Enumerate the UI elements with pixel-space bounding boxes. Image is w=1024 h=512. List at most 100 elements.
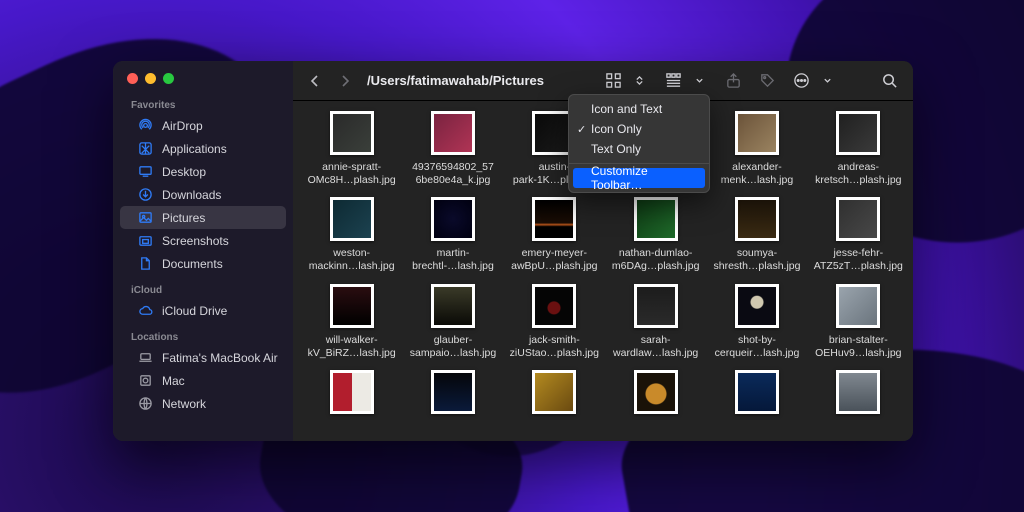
toolbar: /Users/fatimawahab/Pictures — [293, 61, 913, 101]
file-thumbnail — [431, 111, 475, 155]
file-item[interactable]: soumya-shresth…plash.jpg — [707, 195, 807, 277]
sidebar-item-airdrop[interactable]: AirDrop — [120, 114, 286, 137]
file-thumbnail — [330, 370, 374, 414]
file-item[interactable]: jack-smith-ziUStao…plash.jpg — [504, 282, 604, 364]
file-item[interactable]: 49376594802_576be80e4a_k.jpg — [403, 109, 503, 191]
sidebar-item-pictures[interactable]: Pictures — [120, 206, 286, 229]
main-area: /Users/fatimawahab/Pictures — [293, 61, 913, 441]
view-mode-button[interactable] — [601, 69, 651, 93]
sidebar-item-screenshots[interactable]: Screenshots — [120, 229, 286, 252]
share-button[interactable] — [721, 69, 745, 93]
file-item[interactable]: weston-mackinn…lash.jpg — [302, 195, 402, 277]
apps-icon — [138, 141, 153, 156]
minimize-window-button[interactable] — [145, 73, 156, 84]
sidebar-item-desktop[interactable]: Desktop — [120, 160, 286, 183]
file-thumbnail — [330, 197, 374, 241]
file-name: nathan-dumlao-m6DAg…plash.jpg — [612, 247, 700, 273]
sidebar-item-label: AirDrop — [162, 119, 203, 133]
file-item[interactable]: martin-brechtl-…lash.jpg — [403, 195, 503, 277]
sidebar-item-label: Applications — [162, 142, 227, 156]
file-item[interactable]: alexander-menk…lash.jpg — [707, 109, 807, 191]
file-name: weston-mackinn…lash.jpg — [309, 247, 395, 273]
sidebar-section-label: Locations — [113, 328, 293, 346]
file-thumbnail — [431, 370, 475, 414]
file-thumbnail — [431, 197, 475, 241]
downloads-icon — [138, 187, 153, 202]
airdrop-icon — [138, 118, 153, 133]
file-item[interactable]: . — [504, 368, 604, 437]
action-menu-button[interactable] — [789, 69, 839, 93]
sidebar-item-fatima-s-macbook-air[interactable]: Fatima's MacBook Air — [120, 346, 286, 369]
ctx-icon-and-text[interactable]: Icon and Text — [569, 99, 709, 119]
sidebar-section-label: Favorites — [113, 96, 293, 114]
file-name: 49376594802_576be80e4a_k.jpg — [412, 161, 494, 187]
file-thumbnail — [431, 284, 475, 328]
group-icon — [661, 69, 685, 93]
file-item[interactable]: nathan-dumlao-m6DAg…plash.jpg — [606, 195, 706, 277]
file-item[interactable]: annie-spratt-OMc8H…plash.jpg — [302, 109, 402, 191]
file-thumbnail — [532, 284, 576, 328]
sidebar-item-label: Documents — [162, 257, 223, 271]
file-item[interactable]: andreas-kretsch…plash.jpg — [808, 109, 908, 191]
sidebar: Favorites AirDrop Applications Desktop Downl… — [113, 61, 293, 441]
sidebar-item-icloud-drive[interactable]: iCloud Drive — [120, 299, 286, 322]
close-window-button[interactable] — [127, 73, 138, 84]
file-item[interactable]: . — [707, 368, 807, 437]
sidebar-item-label: Network — [162, 397, 206, 411]
grid-icon — [601, 69, 625, 93]
nav-back-button[interactable] — [305, 71, 325, 91]
sidebar-item-label: Screenshots — [162, 234, 229, 248]
file-thumbnail — [330, 284, 374, 328]
file-item[interactable]: . — [808, 368, 908, 437]
file-thumbnail — [330, 111, 374, 155]
group-by-button[interactable] — [661, 69, 711, 93]
sidebar-item-mac[interactable]: Mac — [120, 369, 286, 392]
file-item[interactable]: will-walker-kV_BiRZ…lash.jpg — [302, 282, 402, 364]
file-thumbnail — [634, 370, 678, 414]
file-name: soumya-shresth…plash.jpg — [714, 247, 801, 273]
ellipsis-circle-icon — [789, 69, 813, 93]
file-thumbnail — [836, 370, 880, 414]
file-name: sarah-wardlaw…lash.jpg — [613, 334, 698, 360]
file-name: brian-stalter-OEHuv9…lash.jpg — [815, 334, 901, 360]
laptop-icon — [138, 350, 153, 365]
sidebar-item-label: Desktop — [162, 165, 206, 179]
file-thumbnail — [735, 197, 779, 241]
zoom-window-button[interactable] — [163, 73, 174, 84]
desktop-icon — [138, 164, 153, 179]
chevron-down-icon — [687, 69, 711, 93]
ctx-text-only[interactable]: Text Only — [569, 139, 709, 159]
file-thumbnail — [735, 370, 779, 414]
window-controls — [113, 70, 293, 96]
file-item[interactable]: shot-by-cerqueir…lash.jpg — [707, 282, 807, 364]
nav-forward-button[interactable] — [335, 71, 355, 91]
file-item[interactable]: jesse-fehr-ATZ5zT…plash.jpg — [808, 195, 908, 277]
pictures-icon — [138, 210, 153, 225]
file-item[interactable]: . — [403, 368, 503, 437]
file-name: will-walker-kV_BiRZ…lash.jpg — [308, 334, 396, 360]
sidebar-item-applications[interactable]: Applications — [120, 137, 286, 160]
ctx-customize-toolbar[interactable]: Customize Toolbar… — [573, 168, 705, 188]
file-item[interactable]: sarah-wardlaw…lash.jpg — [606, 282, 706, 364]
ctx-icon-only[interactable]: Icon Only — [569, 119, 709, 139]
file-thumbnail — [836, 197, 880, 241]
icloud-icon — [138, 303, 153, 318]
sidebar-item-downloads[interactable]: Downloads — [120, 183, 286, 206]
sidebar-item-network[interactable]: Network — [120, 392, 286, 415]
file-item[interactable]: glauber-sampaio…lash.jpg — [403, 282, 503, 364]
file-thumbnail — [634, 197, 678, 241]
tags-button[interactable] — [755, 69, 779, 93]
search-button[interactable] — [877, 69, 901, 93]
file-item[interactable]: brian-stalter-OEHuv9…lash.jpg — [808, 282, 908, 364]
file-item[interactable]: . — [606, 368, 706, 437]
sidebar-item-label: Mac — [162, 374, 185, 388]
file-thumbnail — [634, 284, 678, 328]
file-item[interactable]: . — [302, 368, 402, 437]
file-name: emery-meyer-awBpU…plash.jpg — [511, 247, 597, 273]
sidebar-item-documents[interactable]: Documents — [120, 252, 286, 275]
toolbar-context-menu: Icon and Text Icon Only Text Only Custom… — [568, 94, 710, 193]
file-thumbnail — [532, 370, 576, 414]
file-item[interactable]: emery-meyer-awBpU…plash.jpg — [504, 195, 604, 277]
sidebar-item-label: iCloud Drive — [162, 304, 227, 318]
screenshots-icon — [138, 233, 153, 248]
